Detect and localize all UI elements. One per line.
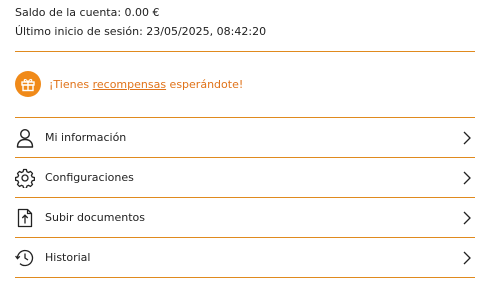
menu-item-settings[interactable]: Configuraciones [15, 158, 475, 197]
rewards-banner: ¡Tienes recompensas esperándote! [15, 70, 243, 98]
menu-item-label: Subir documentos [45, 211, 145, 224]
last-login: Último inicio de sesión: 23/05/2025, 08:… [15, 25, 267, 38]
account-balance: Saldo de la cuenta: 0.00 € [15, 6, 160, 19]
gear-icon [15, 168, 35, 188]
divider [15, 51, 475, 52]
menu-item-history[interactable]: Historial [15, 238, 475, 277]
chevron-right-icon [463, 130, 473, 146]
gift-icon [15, 71, 41, 97]
account-info: Saldo de la cuenta: 0.00 € Último inicio… [15, 3, 266, 41]
chevron-right-icon [463, 210, 473, 226]
menu-item-label: Configuraciones [45, 171, 134, 184]
menu-item-upload-documents[interactable]: Subir documentos [15, 198, 475, 237]
user-icon [15, 128, 35, 148]
menu-item-label: Mi información [45, 131, 127, 144]
rewards-link[interactable]: recompensas [93, 78, 166, 91]
menu-item-my-information[interactable]: Mi información [15, 118, 475, 157]
history-icon [15, 248, 35, 268]
menu-item-label: Historial [45, 251, 91, 264]
chevron-right-icon [463, 250, 473, 266]
upload-document-icon [15, 208, 35, 228]
chevron-right-icon [463, 170, 473, 186]
divider [15, 277, 475, 278]
rewards-message: ¡Tienes recompensas esperándote! [49, 77, 244, 91]
